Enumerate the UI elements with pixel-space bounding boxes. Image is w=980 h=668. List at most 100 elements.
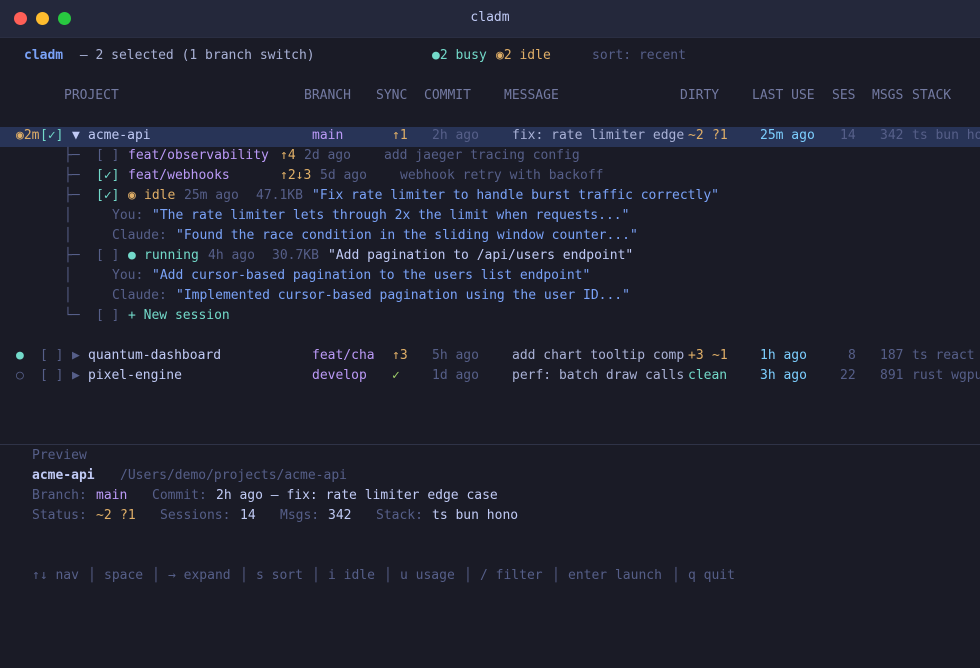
session-idle-icon: ◉ <box>128 188 136 203</box>
project-stack: rust wgpu <box>912 368 980 383</box>
branch-sync: ↑2↓3 <box>280 168 312 183</box>
help-separator: │ <box>152 568 160 583</box>
project-name: pixel-engine <box>88 368 182 383</box>
preview-branch: main <box>96 488 128 503</box>
tree-vertical-line: │ <box>64 268 72 283</box>
project-stack: ts react <box>912 348 975 363</box>
branch-name: feat/observability <box>128 148 269 163</box>
project-name: quantum-dashboard <box>88 348 222 363</box>
project-branch: develop <box>312 368 367 383</box>
preview-sessions: 14 <box>240 508 256 523</box>
help-quit: q quit <box>688 568 735 583</box>
tree-session-connector: ├─ <box>64 248 80 263</box>
tree-branch-connector: ├─ <box>64 168 80 183</box>
session-you-text: "The rate limiter lets through 2x the li… <box>152 208 630 223</box>
session-title[interactable]: "Add pagination to /api/users endpoint" <box>328 246 633 266</box>
session-you-label: You: <box>112 208 144 223</box>
session-title[interactable]: "Fix rate limiter to handle burst traffi… <box>312 186 719 206</box>
tree-end-connector: └─ <box>64 308 80 323</box>
session-age: 25m ago <box>184 188 239 203</box>
expand-caret-icon[interactable]: ▼ <box>72 126 80 146</box>
help-space: space <box>104 568 144 583</box>
expand-caret-icon[interactable]: ▶ <box>72 366 80 386</box>
branch-message: webhook retry with backoff <box>400 168 604 183</box>
project-message: fix: rate limiter edge <box>512 128 685 143</box>
col-msgs[interactable]: MSGS <box>872 86 903 106</box>
preview-msgs: 342 <box>328 508 352 523</box>
project-dirty-modified: ~2 <box>688 128 704 143</box>
session-claude-text: "Implemented cursor-based pagination usi… <box>176 288 630 303</box>
col-message[interactable]: MESSAGE <box>504 86 559 106</box>
col-project[interactable]: PROJECT <box>64 86 119 106</box>
branch-checkbox[interactable]: [✓] <box>96 166 119 186</box>
branch-checkbox[interactable]: [ ] <box>96 146 119 166</box>
col-sync[interactable]: SYNC <box>376 86 407 106</box>
project-commit-age: 2h ago <box>432 128 479 143</box>
help-separator: │ <box>312 568 320 583</box>
branch-message: add jaeger tracing config <box>384 148 580 163</box>
window-title: cladm <box>470 10 510 25</box>
project-message: perf: batch draw calls <box>512 368 685 383</box>
sort-indicator[interactable]: sort: recent <box>592 46 686 66</box>
session-claude-text: "Found the race condition in the sliding… <box>176 228 638 243</box>
session-state: running <box>144 248 199 263</box>
session-size: 47.1KB <box>256 188 303 203</box>
session-claude-label: Claude: <box>112 288 167 303</box>
col-stack[interactable]: STACK <box>912 86 951 106</box>
project-checkbox[interactable]: [ ] <box>40 366 63 386</box>
new-session-checkbox[interactable]: [ ] <box>96 306 119 326</box>
session-running-icon: ● <box>128 248 136 263</box>
preview-project-name: acme-api <box>32 468 95 483</box>
help-separator: │ <box>552 568 560 583</box>
project-checkbox[interactable]: [ ] <box>40 346 63 366</box>
window-titlebar: cladm <box>0 0 980 38</box>
selection-summary: — 2 selected (1 branch switch) <box>72 48 315 63</box>
session-checkbox[interactable]: [✓] <box>96 186 119 206</box>
col-last-use[interactable]: LAST USE <box>752 86 815 106</box>
project-dirty-added: +3 <box>688 348 704 363</box>
col-branch[interactable]: BRANCH <box>304 86 351 106</box>
project-sessions: 22 <box>840 368 856 383</box>
preview-branch-label: Branch: <box>32 488 87 503</box>
session-you-text: "Add cursor-based pagination to the user… <box>152 268 591 283</box>
session-checkbox[interactable]: [ ] <box>96 246 119 266</box>
col-dirty[interactable]: DIRTY <box>680 86 719 106</box>
expand-caret-icon[interactable]: ▶ <box>72 346 80 366</box>
project-checkbox[interactable]: [✓] <box>40 126 63 146</box>
project-status-icon: ◉2m <box>16 128 40 143</box>
project-msgs: 187 <box>880 348 904 363</box>
help-separator: │ <box>240 568 248 583</box>
new-session-button[interactable]: + New session <box>128 306 230 326</box>
preview-divider <box>0 444 980 445</box>
preview-status-modified: ~2 <box>96 508 112 523</box>
project-status-icon: ● <box>16 348 24 363</box>
help-sort: s sort <box>256 568 303 583</box>
session-size: 30.7KB <box>272 248 319 263</box>
session-you-label: You: <box>112 268 144 283</box>
help-expand: → expand <box>168 568 231 583</box>
preview-sessions-label: Sessions: <box>160 508 231 523</box>
project-msgs: 891 <box>880 368 904 383</box>
tree-vertical-line: │ <box>64 288 72 303</box>
tree-vertical-line: │ <box>64 228 72 243</box>
project-dirty-clean: clean <box>688 368 728 383</box>
col-commit[interactable]: COMMIT <box>424 86 471 106</box>
help-separator: │ <box>464 568 472 583</box>
idle-count: ◉2 idle <box>496 48 551 63</box>
help-separator: │ <box>672 568 680 583</box>
session-age: 4h ago <box>208 248 255 263</box>
project-commit-age: 1d ago <box>432 368 479 383</box>
project-name: acme-api <box>88 128 151 143</box>
preview-heading: Preview <box>32 448 87 463</box>
preview-status-untracked: ?1 <box>120 508 136 523</box>
project-stack: ts bun ho <box>912 128 980 143</box>
preview-commit: 2h ago — fix: rate limiter edge case <box>216 488 498 503</box>
help-launch: enter launch <box>568 568 662 583</box>
branch-age: 5d ago <box>320 168 367 183</box>
session-state: idle <box>144 188 176 203</box>
project-status-icon: ○ <box>16 368 24 383</box>
tree-session-connector: ├─ <box>64 188 80 203</box>
project-msgs: 342 <box>880 128 904 143</box>
col-ses[interactable]: SES <box>832 86 855 106</box>
tree-vertical-line: │ <box>64 208 72 223</box>
